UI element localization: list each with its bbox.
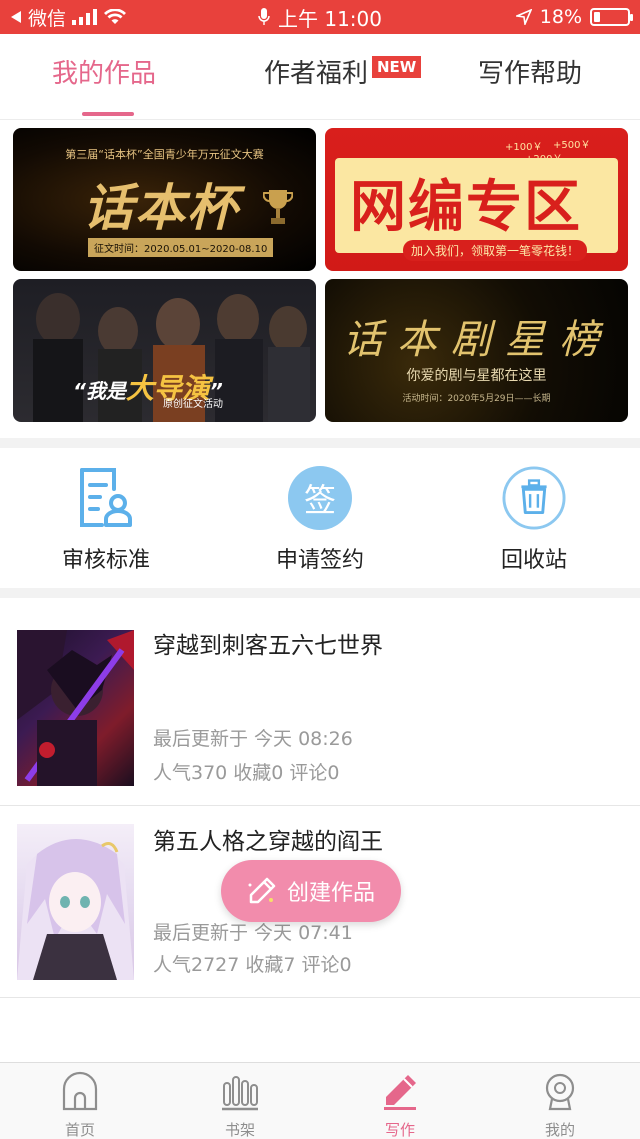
section-divider xyxy=(0,588,640,598)
banner-subtitle: 你爱的剧与星都在这里 xyxy=(406,368,547,384)
shortcut-row: 审核标准 签 申请签约 回收站 xyxy=(0,448,640,588)
create-work-label: 创建作品 xyxy=(286,881,375,906)
nav-label: 写作 xyxy=(384,1121,415,1139)
trophy-icon xyxy=(263,190,293,224)
banner-subtitle: 原创征文活动 xyxy=(163,399,223,410)
cover-illustration xyxy=(17,630,134,786)
pen-icon xyxy=(384,1075,416,1110)
shortcut-label: 回收站 xyxy=(500,548,567,573)
shortcut-recycle-bin[interactable]: 回收站 xyxy=(454,466,614,574)
sign-contract-icon-glyph: 签 xyxy=(303,481,336,519)
work-cover-image xyxy=(17,824,134,980)
banner-title: 话本剧星榜 xyxy=(343,317,613,363)
tab-my-works[interactable]: 我的作品 xyxy=(52,54,156,94)
tab-writing-help[interactable]: 写作帮助 xyxy=(478,54,582,94)
home-icon xyxy=(62,1071,98,1111)
work-cover-image xyxy=(17,630,134,786)
shortcut-label: 审核标准 xyxy=(61,548,150,573)
clock: 上午 11:00 xyxy=(278,6,382,31)
work-updated: 最后更新于 今天 07:41 xyxy=(153,922,353,944)
create-work-button[interactable]: 创建作品 xyxy=(221,860,401,922)
cover-illustration xyxy=(17,839,134,980)
nav-profile[interactable]: 我的 xyxy=(520,1071,600,1139)
microphone-icon xyxy=(258,8,270,25)
battery-level xyxy=(594,12,600,22)
banner-subtitle: 第三届“话本杯”全国青少年万元征文大赛 xyxy=(65,148,264,161)
work-item[interactable]: 穿越到刺客五六七世界 最后更新于 今天 08:26 人气370 收藏0 评论0 xyxy=(0,598,640,806)
nav-label: 首页 xyxy=(64,1121,95,1139)
trash-icon xyxy=(502,466,566,530)
status-right: 18% xyxy=(515,0,633,34)
banner-date: 活动时间：2020年5月29日——长期 xyxy=(402,394,551,404)
section-divider xyxy=(0,438,640,448)
shortcut-apply-contract[interactable]: 签 申请签约 xyxy=(240,466,400,574)
new-badge: NEW xyxy=(372,56,422,78)
battery-icon xyxy=(590,8,633,26)
tab-author-benefits[interactable]: 作者福利 xyxy=(264,54,368,94)
work-title: 第五人格之穿越的阎王 xyxy=(153,829,383,855)
banner-grid: 第三届“话本杯”全国青少年万元征文大赛 话本杯 征文时间：2020.05.01~… xyxy=(0,120,640,438)
nav-home[interactable]: 首页 xyxy=(40,1071,120,1139)
bottom-nav: 首页 书架 写作 我的 xyxy=(0,1062,640,1139)
banner-tagline: 加入我们，领取第一笔零花钱！ xyxy=(403,240,588,261)
banner-huabenbei[interactable]: 第三届“话本杯”全国青少年万元征文大赛 话本杯 征文时间：2020.05.01~… xyxy=(13,128,316,271)
profile-icon xyxy=(545,1073,575,1111)
work-updated: 最后更新于 今天 08:26 xyxy=(153,728,353,750)
nav-write[interactable]: 写作 xyxy=(360,1071,440,1139)
banner-title: 网编专区 xyxy=(350,175,582,240)
nav-bookshelf[interactable]: 书架 xyxy=(200,1071,280,1139)
bookshelf-icon xyxy=(222,1076,258,1111)
banner-director[interactable]: “我是大导演” 原创征文活动 xyxy=(13,279,316,422)
shortcut-label: 申请签约 xyxy=(275,548,364,573)
work-title: 穿越到刺客五六七世界 xyxy=(153,633,383,659)
review-document-icon xyxy=(80,468,132,527)
nav-label: 我的 xyxy=(544,1121,575,1139)
status-bar: 微信 上午 11:00 18% xyxy=(0,0,640,34)
banner-title: 话本杯 xyxy=(83,178,239,237)
banner-star-ranking[interactable]: 话本剧星榜 你爱的剧与星都在这里 活动时间：2020年5月29日——长期 xyxy=(325,279,628,422)
top-tabs: 我的作品 作者福利 NEW 写作帮助 xyxy=(0,34,640,120)
battery-percent: 18% xyxy=(539,6,582,28)
banner-editor-zone[interactable]: +100￥ +500￥ +200￥ 网编专区 加入我们，领取第一笔零花钱！ xyxy=(325,128,628,271)
nav-label: 书架 xyxy=(224,1121,255,1139)
pencil-icon xyxy=(248,877,276,904)
sign-contract-icon: 签 xyxy=(288,466,352,530)
banner-title-prefix: “我是 xyxy=(73,379,126,403)
banner-date: 征文时间：2020.05.01~2020-08.10 xyxy=(88,238,274,257)
active-tab-indicator xyxy=(82,112,134,116)
work-stats: 人气370 收藏0 评论0 xyxy=(153,762,340,784)
location-arrow-icon xyxy=(515,9,532,25)
work-stats: 人气2727 收藏7 评论0 xyxy=(153,954,352,976)
coin-label: +500￥ xyxy=(553,140,591,151)
shortcut-review-standards[interactable]: 审核标准 xyxy=(26,466,186,574)
